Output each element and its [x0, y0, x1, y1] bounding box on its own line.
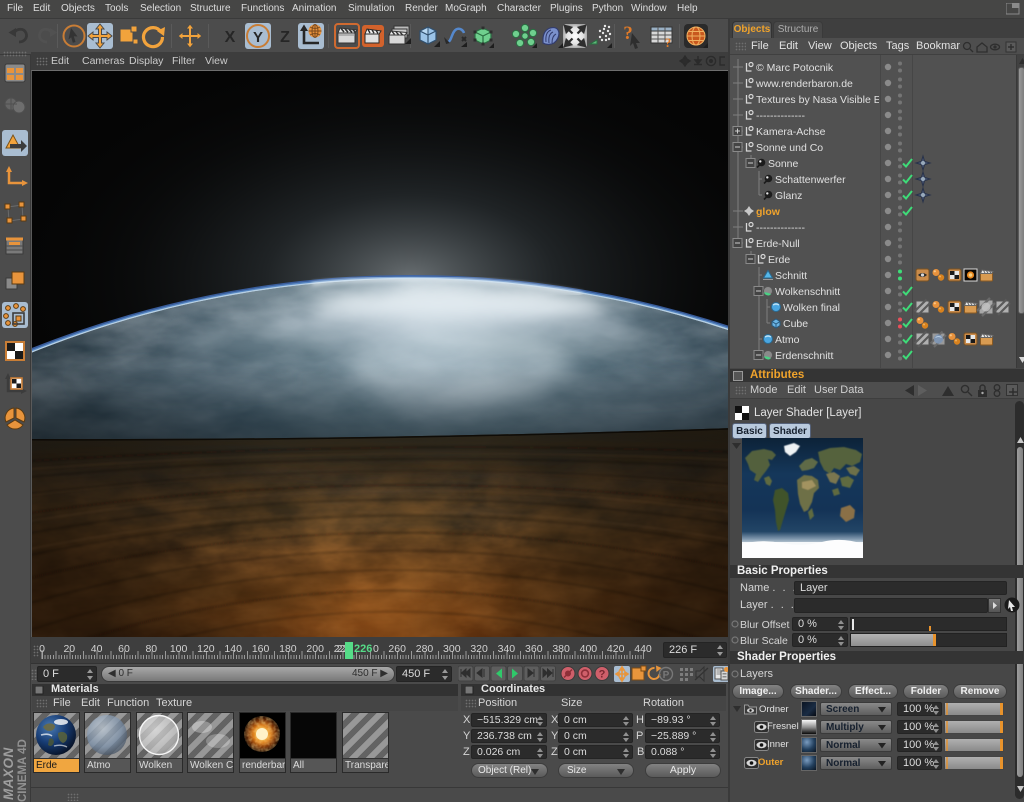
svg-text:--------------: --------------	[756, 110, 805, 122]
svg-text:?: ?	[665, 35, 672, 49]
svg-text:Schattenwerfer: Schattenwerfer	[775, 174, 846, 186]
svg-text:340: 340	[498, 643, 516, 655]
svg-text:Schnitt: Schnitt	[775, 270, 807, 282]
svg-text:400: 400	[580, 643, 598, 655]
svg-text:Kamera-Achse: Kamera-Achse	[756, 126, 826, 138]
svg-text:Cube: Cube	[783, 318, 808, 330]
svg-text:40: 40	[91, 643, 103, 655]
svg-text:320: 320	[470, 643, 488, 655]
svg-text:Erde: Erde	[768, 254, 790, 266]
svg-text:Wolkenschnitt: Wolkenschnitt	[775, 286, 840, 298]
svg-text:Erde-Null: Erde-Null	[756, 238, 800, 250]
svg-text:Y: Y	[253, 29, 263, 46]
svg-text:CINEMA 4D: CINEMA 4D	[17, 739, 29, 802]
svg-text:Sonne: Sonne	[768, 158, 799, 170]
svg-text:300: 300	[443, 643, 461, 655]
svg-text:Erdenschnitt: Erdenschnitt	[775, 350, 833, 362]
svg-text:200: 200	[306, 643, 324, 655]
svg-text:60: 60	[118, 643, 130, 655]
svg-text:0: 0	[373, 643, 379, 655]
svg-text:Textures by Nasa Visible Eart: Textures by Nasa Visible Eart	[756, 94, 893, 106]
svg-text:Wolken final: Wolken final	[783, 302, 840, 314]
svg-text:MAXON: MAXON	[1, 747, 16, 800]
svg-text:Sonne und Co: Sonne und Co	[756, 142, 823, 154]
svg-text:226: 226	[354, 643, 372, 655]
svg-text:Z: Z	[280, 29, 290, 46]
svg-text:420: 420	[607, 643, 625, 655]
svg-text:glow: glow	[756, 206, 781, 218]
svg-text:X: X	[225, 29, 236, 46]
svg-text:Glanz: Glanz	[775, 190, 802, 202]
svg-text:260: 260	[388, 643, 406, 655]
svg-text:180: 180	[279, 643, 297, 655]
svg-text:© Marc Potocnik: © Marc Potocnik	[756, 62, 834, 74]
svg-text:--------------: --------------	[756, 222, 805, 234]
svg-text:P: P	[663, 670, 670, 681]
svg-text:280: 280	[416, 643, 434, 655]
svg-text:100: 100	[170, 643, 188, 655]
svg-text:360: 360	[525, 643, 543, 655]
svg-text:www.renderbaron.de: www.renderbaron.de	[755, 78, 853, 90]
svg-text:80: 80	[145, 643, 157, 655]
svg-text:160: 160	[252, 643, 270, 655]
svg-text:380: 380	[552, 643, 570, 655]
svg-text:20: 20	[63, 643, 75, 655]
svg-text:440: 440	[634, 643, 652, 655]
svg-text:?: ?	[599, 669, 606, 681]
svg-text:120: 120	[197, 643, 215, 655]
svg-text:140: 140	[224, 643, 242, 655]
svg-text:Atmo: Atmo	[775, 334, 800, 346]
